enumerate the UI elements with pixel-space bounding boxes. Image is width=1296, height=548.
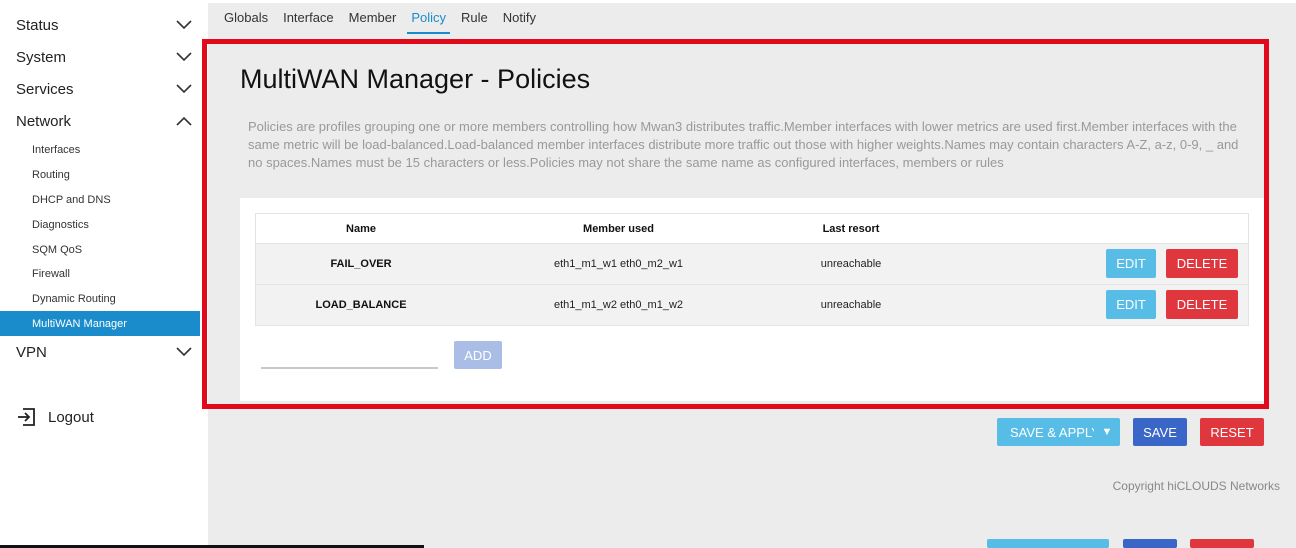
- edit-button[interactable]: EDIT: [1106, 290, 1156, 319]
- tab-policy[interactable]: Policy: [407, 0, 451, 34]
- caret-down-icon[interactable]: ▼: [1094, 426, 1120, 438]
- page-description: Policies are profiles grouping one or mo…: [248, 119, 1239, 170]
- page-title: MultiWAN Manager - Policies: [240, 64, 591, 94]
- delete-button[interactable]: DELETE: [1166, 249, 1238, 278]
- sidebar-item-label: Routing: [32, 168, 70, 181]
- edit-button[interactable]: EDIT: [1106, 249, 1156, 278]
- chevron-up-icon: [176, 116, 192, 126]
- copyright-text: Copyright hiCLOUDS Networks: [1112, 479, 1280, 493]
- policy-name: LOAD_BALANCE: [315, 299, 407, 311]
- tab-member[interactable]: Member: [349, 0, 397, 34]
- sidebar: Status System Services Network Interface…: [0, 0, 208, 548]
- policy-members: eth1_m1_w1 eth0_m2_w1: [553, 258, 684, 270]
- sidebar-item-network[interactable]: Network: [0, 105, 208, 137]
- tab-interface[interactable]: Interface: [283, 0, 334, 34]
- sidebar-item-status[interactable]: Status: [0, 9, 208, 41]
- sticky-save-button[interactable]: [1123, 539, 1177, 548]
- logout-icon: [18, 408, 35, 426]
- logout-button[interactable]: Logout: [16, 405, 94, 429]
- sidebar-item-vpn[interactable]: VPN: [0, 336, 208, 368]
- sidebar-item-multiwan-manager[interactable]: MultiWAN Manager: [0, 311, 200, 336]
- sidebar-item-label: System: [16, 48, 67, 66]
- chevron-down-icon: [176, 347, 192, 357]
- tab-notify[interactable]: Notify: [503, 0, 536, 34]
- tab-globals[interactable]: Globals: [224, 0, 268, 34]
- policies-panel: Name Member used Last resort FAIL_OVER e…: [240, 198, 1264, 401]
- sidebar-item-label: DHCP and DNS: [32, 193, 111, 206]
- reset-button[interactable]: RESET: [1200, 418, 1264, 446]
- tab-bar: Globals Interface Member Policy Rule Not…: [208, 0, 551, 34]
- add-button[interactable]: ADD: [454, 341, 502, 369]
- policy-last-resort: unreachable: [820, 258, 882, 270]
- sidebar-item-dhcp-dns[interactable]: DHCP and DNS: [0, 187, 200, 212]
- sidebar-item-system[interactable]: System: [0, 41, 208, 73]
- sidebar-item-label: Firewall: [32, 267, 70, 280]
- logout-label: Logout: [48, 408, 94, 426]
- chevron-down-icon: [176, 84, 192, 94]
- sidebar-item-diagnostics[interactable]: Diagnostics: [0, 212, 200, 237]
- sidebar-item-label: Diagnostics: [32, 218, 89, 231]
- sidebar-item-label: Status: [16, 16, 59, 34]
- sticky-reset-button[interactable]: [1190, 539, 1254, 548]
- sticky-save-apply-button[interactable]: [987, 539, 1109, 548]
- tab-rule[interactable]: Rule: [461, 0, 488, 34]
- sidebar-item-label: VPN: [16, 343, 47, 361]
- sidebar-item-interfaces[interactable]: Interfaces: [0, 137, 200, 162]
- delete-button[interactable]: DELETE: [1166, 290, 1238, 319]
- header-name: Name: [346, 222, 376, 235]
- header-member-used: Member used: [583, 222, 654, 235]
- save-apply-button[interactable]: SAVE & APPLY ▼: [997, 418, 1120, 446]
- sidebar-item-label: SQM QoS: [32, 243, 83, 256]
- chevron-down-icon: [176, 52, 192, 62]
- sidebar-item-label: Services: [16, 80, 74, 98]
- policy-last-resort: unreachable: [820, 299, 882, 311]
- save-button[interactable]: SAVE: [1133, 418, 1187, 446]
- policy-members: eth1_m1_w2 eth0_m1_w2: [553, 299, 684, 311]
- sidebar-item-label: MultiWAN Manager: [32, 317, 127, 330]
- table-row: LOAD_BALANCE eth1_m1_w2 eth0_m1_w2 unrea…: [256, 284, 1248, 325]
- sidebar-item-label: Dynamic Routing: [32, 292, 116, 305]
- policy-name: FAIL_OVER: [330, 258, 392, 270]
- chevron-down-icon: [176, 20, 192, 30]
- sidebar-item-services[interactable]: Services: [0, 73, 208, 105]
- sidebar-item-dynamic-routing[interactable]: Dynamic Routing: [0, 286, 200, 311]
- new-policy-name-input[interactable]: [261, 348, 438, 369]
- sidebar-item-firewall[interactable]: Firewall: [0, 261, 200, 286]
- sidebar-item-sqm-qos[interactable]: SQM QoS: [0, 237, 200, 262]
- save-apply-label: SAVE & APPLY: [1010, 424, 1094, 440]
- sidebar-item-routing[interactable]: Routing: [0, 162, 200, 187]
- table-row: FAIL_OVER eth1_m1_w1 eth0_m2_w1 unreacha…: [256, 243, 1248, 284]
- sidebar-item-label: Network: [16, 112, 72, 130]
- policies-table: Name Member used Last resort FAIL_OVER e…: [255, 213, 1249, 326]
- table-header: Name Member used Last resort: [256, 214, 1248, 243]
- sidebar-item-label: Interfaces: [32, 143, 81, 156]
- header-last-resort: Last resort: [822, 222, 880, 235]
